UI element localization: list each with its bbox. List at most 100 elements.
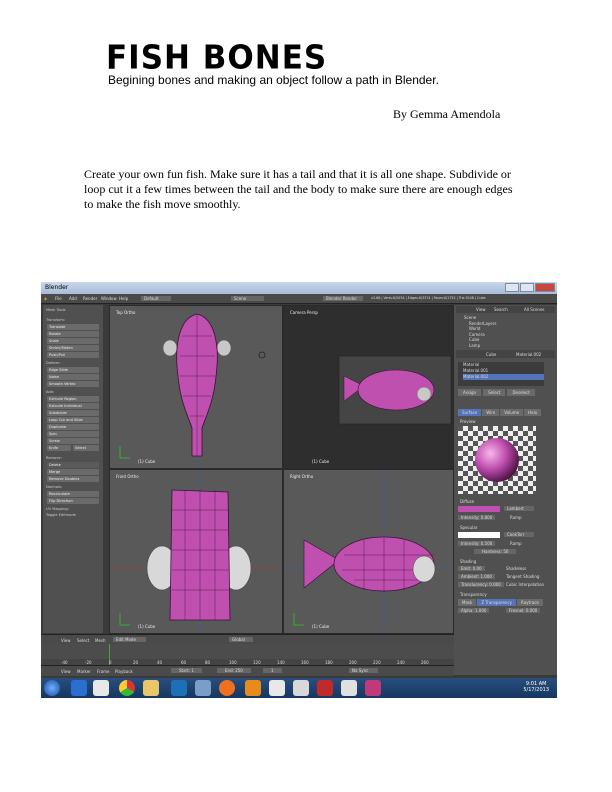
menu-add[interactable]: Add [69, 296, 77, 301]
orientation-select[interactable]: Global [229, 637, 253, 642]
select-button[interactable]: Select [483, 389, 506, 396]
tool-extrude-region[interactable]: Extrude Region [47, 396, 99, 402]
tool-flip-direction[interactable]: Flip Direction [47, 498, 99, 504]
menu-help[interactable]: Help [119, 296, 128, 301]
start-button-icon[interactable] [44, 680, 60, 696]
specular-intensity[interactable]: Intensity: 0.500 [458, 541, 496, 546]
minimize-button[interactable] [505, 283, 519, 292]
current-frame-field[interactable]: 1 [263, 668, 282, 673]
explorer-icon[interactable] [143, 680, 159, 696]
viewport-top-ortho[interactable]: Top Ortho (1) Cube [109, 305, 283, 469]
tool-edge-slide[interactable]: Edge Slide [47, 367, 99, 373]
select-menu[interactable]: Select [77, 638, 89, 643]
tool-recalculate[interactable]: Recalculate [47, 491, 99, 497]
end-frame-field[interactable]: End: 250 [217, 668, 251, 673]
tool-rotate[interactable]: Rotate [47, 331, 99, 337]
mode-select[interactable]: Edit Mode [113, 637, 146, 642]
tool-screw[interactable]: Screw [47, 438, 99, 444]
material-slot-active[interactable]: Material.002 [463, 374, 544, 380]
tool-scale[interactable]: Scale [47, 338, 99, 344]
alpha-field[interactable]: Alpha: 1.000 [458, 608, 490, 613]
tangent-shading-checkbox[interactable]: Tangent Shading [506, 574, 539, 579]
cubic-interpolation-checkbox[interactable]: Cubic Interpolation [506, 582, 544, 587]
deselect-button[interactable]: Deselect [507, 389, 535, 396]
blender-icon[interactable] [293, 680, 309, 696]
tool-merge[interactable]: Merge [47, 469, 99, 475]
outliner-tab-search[interactable]: Search [494, 307, 508, 312]
menu-render[interactable]: Render [83, 296, 97, 301]
tool-loop-cut[interactable]: Loop Cut and Slide [47, 417, 99, 423]
chrome-icon[interactable] [119, 680, 135, 696]
tool-subdivide[interactable]: Subdivide [47, 410, 99, 416]
toggle-editmode[interactable]: Toggle Editmode [46, 513, 76, 517]
diffuse-color[interactable] [458, 506, 500, 512]
translucency-field[interactable]: Translucency: 0.000 [458, 582, 504, 587]
tool-spin[interactable]: Spin [47, 431, 99, 437]
view-menu[interactable]: View [61, 638, 71, 643]
specular-ramp[interactable]: Ramp [510, 541, 522, 546]
tool-duplicate[interactable]: Duplicate [47, 424, 99, 430]
tool-noise[interactable]: Noise [47, 374, 99, 380]
mesh-menu[interactable]: Mesh [95, 638, 106, 643]
specular-hardness[interactable]: Hardness: 50 [474, 549, 517, 554]
menu-window[interactable]: Window [101, 296, 117, 301]
tool-smooth-vertex[interactable]: Smooth Vertex [47, 381, 99, 387]
photoshop-icon[interactable] [171, 680, 187, 696]
diffuse-intensity[interactable]: Intensity: 0.800 [458, 515, 496, 520]
tool-knife[interactable]: Knife [47, 445, 71, 451]
menu-file[interactable]: File [55, 296, 62, 301]
shadeless-checkbox[interactable]: Shadeless [506, 566, 526, 571]
outliner-tab-view[interactable]: View [476, 307, 486, 312]
timeline-playback-menu[interactable]: Playback [115, 669, 133, 674]
assign-button[interactable]: Assign [458, 389, 482, 396]
timeline-view-menu[interactable]: View [61, 669, 71, 674]
timeline-frame-menu[interactable]: Frame [97, 669, 109, 674]
sync-select[interactable]: No Sync [349, 668, 379, 673]
emit-field[interactable]: Emit: 0.00 [458, 566, 485, 571]
app-icon[interactable] [269, 680, 285, 696]
tool-extrude-individual[interactable]: Extrude Individual [47, 403, 99, 409]
app-icon[interactable] [195, 680, 211, 696]
indesign-icon[interactable] [365, 680, 381, 696]
tab-volume[interactable]: Volume [500, 409, 524, 416]
acrobat-icon[interactable] [317, 680, 333, 696]
tab-surface[interactable]: Surface [458, 409, 482, 416]
media-player-icon[interactable] [93, 680, 109, 696]
start-frame-field[interactable]: Start: 1 [171, 668, 202, 673]
scene-select[interactable]: Scene [231, 296, 265, 301]
tool-push-pull[interactable]: Push/Pull [47, 352, 99, 358]
firefox-icon[interactable] [219, 680, 235, 696]
illustrator-icon[interactable] [245, 680, 261, 696]
specular-shader[interactable]: CookTorr [504, 532, 535, 537]
timeline-marker-menu[interactable]: Marker [77, 669, 91, 674]
tab-raytrace[interactable]: Raytrace [517, 599, 543, 606]
ie-icon[interactable] [71, 680, 87, 696]
tool-translate[interactable]: Translate [47, 324, 99, 330]
specular-color[interactable] [458, 532, 500, 538]
tab-halo[interactable]: Halo [524, 409, 542, 416]
section-uv-mapping: UV Mapping: [46, 507, 69, 511]
tab-z-transparency[interactable]: Z Transparency [477, 599, 517, 606]
blender-logo-icon[interactable]: ◈ [44, 296, 47, 301]
layout-select[interactable]: Default [141, 296, 171, 301]
viewport-front-ortho[interactable]: Front Ortho (1) Cube [109, 469, 283, 634]
tool-remove-doubles[interactable]: Remove Doubles [47, 476, 99, 482]
outliner-tab-all-scenes[interactable]: All Scenes [524, 307, 545, 312]
diffuse-ramp[interactable]: Ramp [510, 515, 522, 520]
fresnel-field[interactable]: Fresnel: 0.000 [506, 608, 541, 613]
tab-mask[interactable]: Mask [458, 599, 477, 606]
close-button[interactable] [535, 283, 555, 292]
tool-delete[interactable]: Delete [47, 462, 99, 468]
viewport-right-ortho[interactable]: Right Ortho (1) Cube [283, 469, 454, 634]
system-clock[interactable]: 9:01 AM 5/17/2013 [523, 681, 549, 693]
tool-shrink-fatten[interactable]: Shrink/Fatten [47, 345, 99, 351]
render-engine-select[interactable]: Blender Render [323, 296, 364, 301]
app-icon[interactable] [341, 680, 357, 696]
outliner-item[interactable]: Lamp [464, 343, 496, 349]
tool-knife-select[interactable]: Select [73, 445, 99, 451]
viewport-camera-persp[interactable]: Camera Persp (1) Cube [283, 305, 454, 469]
maximize-button[interactable] [520, 283, 534, 292]
tab-wire[interactable]: Wire [482, 409, 500, 416]
ambient-field[interactable]: Ambient: 1.000 [458, 574, 495, 579]
diffuse-shader[interactable]: Lambert [504, 506, 534, 511]
